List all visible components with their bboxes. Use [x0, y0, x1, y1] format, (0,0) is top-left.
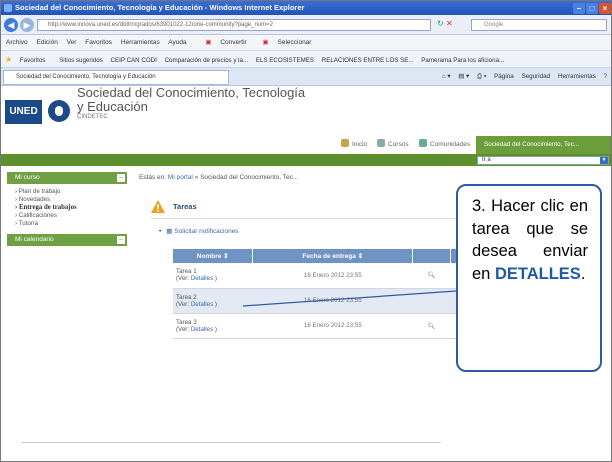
convert-icon: ▣ — [205, 39, 212, 46]
fav-item[interactable]: Comparación de precios y la... — [165, 57, 249, 64]
sidebar-item-calificaciones[interactable]: › Calificaciones — [15, 212, 127, 220]
warning-icon — [151, 200, 165, 213]
site-title: Sociedad del Conocimiento, Tecnología — [77, 85, 306, 100]
col-header-nombre[interactable]: Nombre ⇕ — [173, 249, 254, 263]
col-header-fecha[interactable]: Fecha de entrega ⇕ — [252, 249, 414, 263]
help-icon[interactable]: ? — [603, 73, 607, 80]
details-link[interactable]: Detalles — [191, 326, 213, 333]
search-input[interactable]: Google — [471, 19, 607, 31]
menu-herramientas[interactable]: Herramientas — [121, 39, 160, 46]
nav-cursos[interactable]: Cursos — [377, 139, 409, 151]
site-subtitle: CINDETEC — [77, 114, 108, 120]
uned-logo: UNED — [5, 100, 42, 124]
empty-cell — [412, 288, 451, 314]
notify-icon: ▦ — [166, 228, 173, 235]
task-name-cell: Tarea 1 (Ver: Detalles ) — [173, 263, 253, 289]
fav-item[interactable]: ELS ECOSISTEMES — [256, 57, 314, 64]
convert-button[interactable]: ▣ Convertir — [205, 39, 253, 46]
menu-bar: Archivo Edición Ver Favoritos Herramient… — [1, 35, 611, 51]
goto-select[interactable]: Ir a ▼ — [477, 156, 609, 165]
minimize-icon[interactable]: – — [573, 3, 585, 14]
breadcrumb-link[interactable]: Mi portal — [168, 174, 193, 181]
title-bar: Sociedad del Conocimiento, Tecnología y … — [1, 1, 611, 15]
maximize-icon[interactable]: □ — [586, 3, 598, 14]
menu-ayuda[interactable]: Ayuda — [168, 39, 186, 46]
collapse-icon[interactable]: – — [117, 174, 125, 182]
task-name-cell: Tarea 2 (Ver: Detalles ) — [173, 288, 253, 314]
community-icon — [419, 139, 427, 147]
sidebar-item-novedades[interactable]: › Novedades — [15, 196, 127, 204]
footer-divider — [21, 442, 441, 443]
course-icon — [377, 139, 385, 147]
menu-edicion[interactable]: Edición — [37, 39, 58, 46]
task-date: 16 Enero 2012 23:55 — [252, 288, 413, 314]
forward-icon[interactable]: ▶ — [20, 18, 34, 32]
home-icon — [341, 139, 349, 147]
menu-ver[interactable]: Ver — [67, 39, 77, 46]
tools-menu[interactable]: Herramientas — [558, 73, 596, 80]
command-bar: ⌂ ▾ ▤ ▾ ⎙ ▾ Página Seguridad Herramienta… — [436, 71, 607, 83]
refresh-stop-icons[interactable]: ↻ ✕ — [437, 19, 453, 28]
page-menu[interactable]: Página — [494, 73, 514, 80]
feeds-icon[interactable]: ▤ ▾ — [458, 73, 469, 80]
task-date: 16 Enero 2012 23:55 — [252, 263, 413, 289]
browser-window: Sociedad del Conocimiento, Tecnología y … — [0, 0, 612, 462]
collapse-icon[interactable]: – — [117, 236, 125, 244]
favorites-bar: ★ Favoritos Sitios sugeridos CEIP CAN CO… — [1, 51, 611, 68]
menu-favoritos[interactable]: Favoritos — [85, 39, 112, 46]
logo-circle-icon — [48, 100, 70, 122]
fav-item[interactable]: Pamerama Para los aficiona... — [421, 57, 504, 64]
breadcrumb: Estás en: Mi portal » Sociedad del Conoc… — [139, 174, 299, 181]
chevron-down-icon: ▼ — [600, 157, 608, 164]
sidebar-item-tutoria[interactable]: › Tutoría — [15, 220, 127, 228]
sidebar-item-plan[interactable]: › Plan de trabajo — [15, 188, 127, 196]
select-icon: ▣ — [262, 39, 269, 46]
print-icon[interactable]: ⎙ ▾ — [477, 73, 486, 80]
address-bar: ◀ ▶ http://www.innova.uned.es/dotlrn/gra… — [1, 15, 611, 35]
instruction-callout: 3. Hacer clic en tarea que se desea envi… — [456, 184, 602, 372]
url-input[interactable]: http://www.innova.uned.es/dotlrn/grados/… — [37, 19, 431, 31]
sidebar: Mi curso – › Plan de trabajo › Novedades … — [7, 172, 127, 272]
col-header-blank — [412, 249, 452, 263]
close-icon[interactable]: × — [599, 3, 611, 14]
home-icon[interactable]: ⌂ ▾ — [442, 73, 451, 80]
site-title-line2: y Educación — [77, 99, 148, 114]
nav-inicio[interactable]: Inicio — [341, 139, 367, 151]
star-icon: ★ — [5, 55, 13, 64]
details-link[interactable]: Detalles — [191, 275, 213, 282]
select-button[interactable]: ▣ Seleccionar — [263, 39, 319, 46]
menu-archivo[interactable]: Archivo — [6, 39, 28, 46]
task-date: 16 Enero 2012 23:55 — [252, 313, 413, 339]
nav-active-course[interactable]: Sociedad del Conocimiento, Tec... — [476, 136, 611, 154]
nav-comunidades[interactable]: Comunidades — [419, 139, 470, 151]
site-header: UNED Sociedad del Conocimiento, Tecnolog… — [1, 85, 611, 166]
top-nav: Inicio Cursos Comunidades Sociedad del C… — [1, 136, 611, 154]
fav-item[interactable]: Sitios sugeridos — [59, 57, 103, 64]
favorites-button[interactable]: ★ Favoritos — [5, 55, 51, 64]
notify-link[interactable]: • ▦ Solicitar notificaciones — [159, 227, 239, 235]
window-controls: – □ × — [572, 2, 611, 14]
sidebar-header-mi-curso[interactable]: Mi curso – — [7, 172, 127, 184]
back-icon[interactable]: ◀ — [4, 18, 18, 32]
section-title: Tareas — [173, 202, 197, 211]
details-link[interactable]: Detalles — [191, 301, 213, 308]
fav-item[interactable]: CEIP CAN CODI — [111, 57, 157, 64]
magnifier-icon[interactable]: 🔍︎ — [412, 313, 451, 339]
sidebar-list: › Plan de trabajo › Novedades › Entrega … — [7, 184, 127, 234]
window-title: Sociedad del Conocimiento, Tecnología y … — [15, 3, 305, 12]
tab-bar: Sociedad del Conocimiento, Tecnología y … — [1, 68, 611, 86]
security-menu[interactable]: Seguridad — [521, 73, 550, 80]
sidebar-header-calendario[interactable]: Mi calendario – — [7, 234, 127, 246]
fav-item[interactable]: RELACIONES ENTRE LOS SE... — [322, 57, 414, 64]
sidebar-item-entrega[interactable]: › Entrega de trabajos — [15, 204, 127, 212]
ie-icon — [4, 4, 12, 12]
browser-tab[interactable]: Sociedad del Conocimiento, Tecnología y … — [3, 70, 229, 85]
magnifier-icon[interactable]: 🔍︎ — [412, 263, 451, 289]
task-name-cell: Tarea 3 (Ver: Detalles ) — [173, 313, 253, 339]
callout-highlight: DETALLES — [494, 264, 581, 283]
